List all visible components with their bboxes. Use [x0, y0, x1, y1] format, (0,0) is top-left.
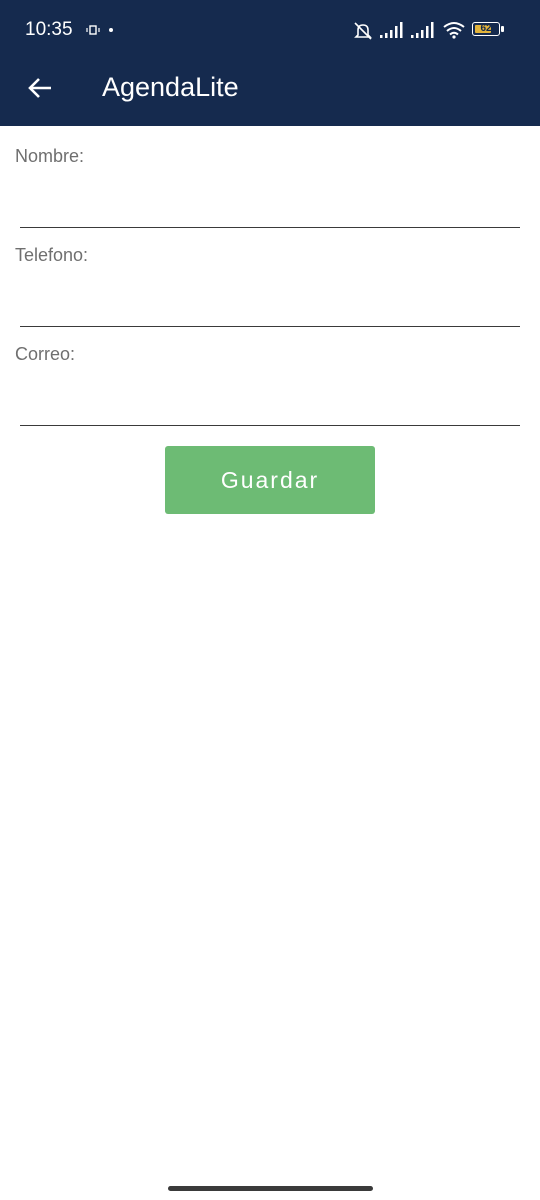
- correo-field[interactable]: [20, 389, 520, 426]
- page-title: AgendaLite: [102, 72, 239, 102]
- signal-icon: [411, 22, 434, 38]
- signal-icon: [380, 22, 403, 38]
- bell-off-icon: [354, 22, 372, 40]
- home-indicator[interactable]: [168, 1186, 373, 1191]
- nombre-label: Nombre:: [15, 146, 85, 166]
- app-bar: 10:35 62 AgendaLite: [0, 0, 540, 126]
- notification-dot-icon: [109, 28, 113, 32]
- telefono-label: Telefono:: [15, 245, 89, 265]
- status-time: 10:35: [25, 19, 73, 40]
- status-bar: 10:35 62: [0, 0, 540, 60]
- arrow-left-icon: [28, 78, 51, 98]
- correo-label: Correo:: [15, 344, 76, 364]
- nombre-field[interactable]: [20, 191, 520, 228]
- battery-icon: 62: [472, 22, 504, 38]
- battery-level: 62: [480, 23, 492, 34]
- vibrate-icon: [86, 25, 100, 35]
- telefono-field[interactable]: [20, 290, 520, 327]
- save-button[interactable]: Guardar: [165, 446, 375, 514]
- back-button[interactable]: [22, 70, 58, 106]
- wifi-icon: [443, 22, 465, 39]
